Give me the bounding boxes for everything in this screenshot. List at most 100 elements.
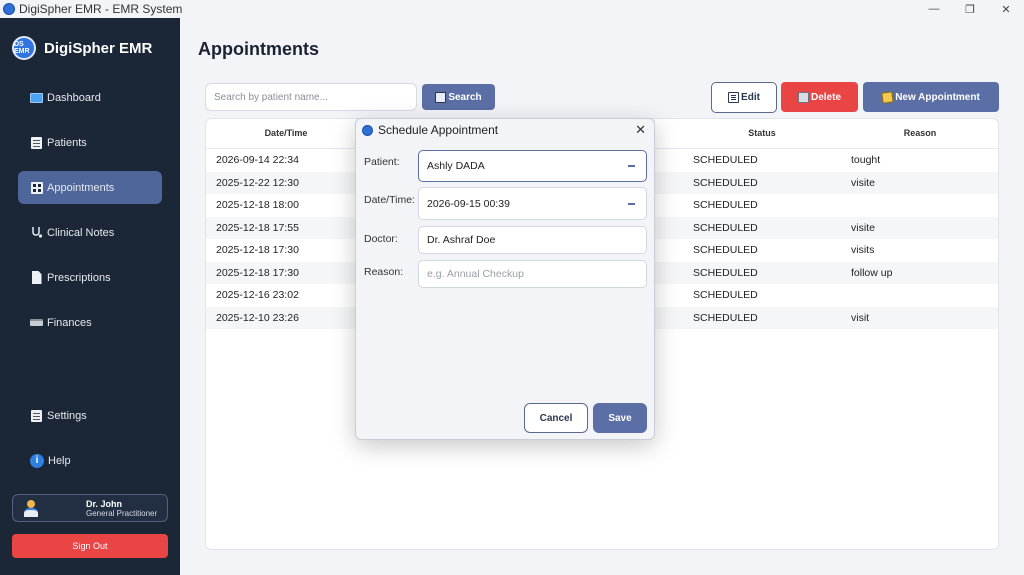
brand-name: DigiSpher EMR (44, 39, 153, 57)
brand: DS EMR DigiSpher EMR (12, 36, 152, 60)
delete-button[interactable]: Delete (781, 82, 858, 112)
cell-datetime: 2025-12-22 12:30 (216, 176, 299, 189)
search-input[interactable] (205, 83, 417, 111)
patient-label: Patient: (364, 156, 400, 168)
sign-out-button[interactable]: Sign Out (12, 534, 168, 558)
calendar-dropdown-icon[interactable] (628, 202, 635, 205)
window-titlebar: DigiSpher EMR - EMR System — ❐ ✕ (0, 0, 1024, 18)
app-logo-icon (362, 124, 373, 136)
cell-datetime: 2025-12-18 18:00 (216, 199, 299, 211)
cell-datetime: 2025-12-18 17:30 (216, 266, 299, 279)
cell-reason: follow up (851, 266, 893, 279)
document-icon (30, 136, 43, 149)
grid-icon (30, 181, 43, 194)
monitor-icon (30, 91, 43, 104)
reason-label: Reason: (364, 266, 404, 278)
cell-reason: visite (851, 176, 875, 189)
save-button[interactable]: Save (593, 403, 647, 433)
dialog-titlebar: Schedule Appointment (356, 119, 654, 141)
reason-placeholder: e.g. Annual Checkup (427, 268, 524, 280)
datetime-label: Date/Time: (364, 194, 415, 206)
search-button[interactable]: Search (422, 84, 495, 110)
cell-reason: visite (851, 221, 875, 234)
edit-button[interactable]: Edit (711, 82, 777, 113)
user-name: Dr. John (86, 499, 123, 509)
cell-reason: visit (851, 311, 870, 324)
doctor-label: Doctor: (364, 233, 398, 245)
doctor-field[interactable]: Dr. Ashraf Doe (418, 226, 647, 254)
credit-card-icon (30, 316, 43, 329)
dropdown-icon[interactable] (628, 165, 635, 167)
doctor-avatar-icon (23, 500, 39, 517)
cell-datetime: 2025-12-18 17:30 (216, 244, 299, 256)
cell-status: SCHEDULED (693, 311, 758, 324)
user-profile-card[interactable]: Dr. John General Practitioner (12, 494, 168, 522)
column-header-status[interactable]: Status (712, 128, 812, 138)
sidebar-item-dashboard[interactable]: Dashboard (18, 81, 162, 114)
sidebar-item-patients[interactable]: Patients (18, 126, 162, 159)
cell-datetime: 2026-09-14 22:34 (216, 154, 299, 166)
patient-combobox[interactable]: Ashly DADA (418, 150, 647, 182)
edit-icon (728, 92, 740, 103)
trash-icon (797, 91, 809, 103)
sidebar-item-finances[interactable]: Finances (18, 306, 162, 339)
new-appointment-button[interactable]: New Appointment (863, 82, 999, 112)
cell-status: SCHEDULED (693, 154, 758, 166)
cancel-button[interactable]: Cancel (524, 403, 588, 433)
app-logo-icon (3, 3, 15, 15)
sidebar-item-help[interactable]: i Help (18, 444, 162, 477)
datetime-value: 2026-09-15 00:39 (427, 197, 510, 210)
cell-status: SCHEDULED (693, 221, 758, 234)
restore-button[interactable]: ❐ (952, 0, 988, 18)
minimize-button[interactable]: — (916, 0, 952, 18)
dialog-close-icon[interactable]: ✕ (635, 122, 646, 138)
sidebar-item-settings[interactable]: Settings (18, 399, 162, 432)
dialog-title: Schedule Appointment (378, 123, 499, 137)
sidebar-item-appointments[interactable]: Appointments (18, 171, 162, 204)
cell-datetime: 2025-12-18 17:55 (216, 221, 299, 234)
sidebar-item-label: Clinical Notes (47, 226, 115, 239)
datetime-picker[interactable]: 2026-09-15 00:39 (418, 187, 647, 220)
column-header-reason[interactable]: Reason (870, 128, 970, 138)
sidebar-item-clinical-notes[interactable]: Clinical Notes (18, 216, 162, 249)
info-icon: i (30, 453, 44, 468)
edit-button-label: Edit (741, 92, 760, 103)
brand-logo-icon: DS EMR (12, 36, 36, 60)
reason-input[interactable]: e.g. Annual Checkup (418, 260, 647, 288)
delete-button-label: Delete (810, 91, 841, 103)
user-role: General Practitioner (86, 509, 158, 518)
sidebar-item-label: Help (48, 454, 71, 467)
memo-icon (881, 90, 894, 104)
sidebar-item-label: Prescriptions (47, 271, 111, 284)
cell-status: SCHEDULED (693, 289, 758, 301)
page-icon (30, 271, 43, 284)
search-button-label: Search (448, 91, 482, 103)
cell-status: SCHEDULED (693, 176, 758, 189)
sidebar: DS EMR DigiSpher EMR Dashboard Patients … (0, 18, 180, 575)
window-controls: — ❐ ✕ (916, 0, 1024, 18)
sidebar-item-label: Finances (47, 316, 92, 329)
doctor-value: Dr. Ashraf Doe (427, 234, 496, 246)
cell-status: SCHEDULED (693, 199, 758, 211)
cell-datetime: 2025-12-16 23:02 (216, 289, 299, 301)
new-appointment-label: New Appointment (895, 91, 980, 103)
document-icon (30, 409, 43, 422)
sidebar-item-prescriptions[interactable]: Prescriptions (18, 261, 162, 294)
sidebar-item-label: Dashboard (47, 91, 101, 104)
schedule-appointment-dialog: Schedule Appointment ✕ Patient: Ashly DA… (355, 118, 655, 440)
cell-datetime: 2025-12-10 23:26 (216, 311, 299, 324)
close-window-button[interactable]: ✕ (988, 0, 1024, 18)
sidebar-item-label: Settings (47, 409, 87, 422)
patient-value: Ashly DADA (427, 160, 485, 172)
window-title: DigiSpher EMR - EMR System (19, 2, 183, 16)
page-title: Appointments (198, 39, 319, 59)
sidebar-item-label: Appointments (47, 181, 115, 194)
stethoscope-icon (30, 226, 43, 239)
cell-status: SCHEDULED (693, 266, 758, 279)
column-header-datetime[interactable]: Date/Time (236, 128, 336, 138)
cell-status: SCHEDULED (693, 244, 758, 256)
search-icon (435, 91, 447, 103)
cell-reason: tought (851, 154, 881, 166)
sidebar-item-label: Patients (47, 136, 87, 149)
cell-reason: visits (851, 244, 875, 256)
